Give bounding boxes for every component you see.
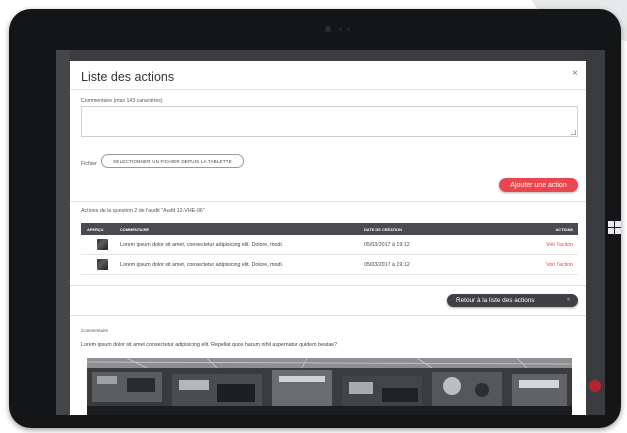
- actions-heading: Actions de la question 2 de l'audit "Aud…: [81, 208, 205, 214]
- column-header-comment: COMMENTAIRE: [120, 227, 150, 232]
- background-app-panel: [585, 50, 605, 415]
- row-comment: Lorem ipsum dolor sit amet, consectetur …: [120, 262, 284, 268]
- back-to-list-button[interactable]: Retour à la liste des actions <: [447, 294, 578, 307]
- tablet-device: Liste des actions × Commentaire (max 143…: [9, 9, 621, 428]
- view-action-link[interactable]: Voir l'action: [546, 242, 573, 248]
- sensor-dot: [339, 28, 342, 31]
- column-header-actions: ACTIONS: [555, 227, 573, 232]
- table-row: Lorem ipsum dolor sit amet, consectetur …: [81, 235, 578, 255]
- table-row: Lorem ipsum dolor sit amet, consectetur …: [81, 255, 578, 275]
- background-app-indicator: [589, 380, 601, 392]
- chevron-left-icon: <: [567, 297, 570, 303]
- file-label: Fichier: [81, 161, 97, 167]
- detail-comment-heading: Commentaire: [81, 328, 109, 333]
- close-icon[interactable]: ×: [572, 68, 578, 79]
- resize-handle-icon[interactable]: [571, 130, 576, 135]
- comment-field-label: Commentaire (max 143 caractères): [81, 98, 163, 104]
- select-file-button[interactable]: SELECTIONNER UN FICHIER DEPUIS LA TABLET…: [101, 154, 244, 168]
- column-header-date: DATE DE CRÉATION: [364, 227, 402, 232]
- view-action-link[interactable]: Voir l'action: [546, 262, 573, 268]
- column-header-preview: APERÇU: [87, 227, 104, 232]
- factory-photo: [87, 358, 572, 415]
- actions-modal: Liste des actions × Commentaire (max 143…: [70, 61, 586, 415]
- photo-stage: Liste des actions × Commentaire (max 143…: [0, 0, 627, 433]
- preview-thumbnail[interactable]: [97, 259, 108, 270]
- windows-logo-icon: [608, 221, 622, 235]
- tablet-screen: Liste des actions × Commentaire (max 143…: [56, 50, 605, 415]
- add-action-button[interactable]: Ajouter une action: [499, 178, 578, 192]
- background-app-sidebar: [56, 50, 70, 415]
- divider: [70, 89, 586, 90]
- preview-thumbnail[interactable]: [97, 239, 108, 250]
- row-date: 05/03/2017 à 19:12: [364, 262, 410, 268]
- modal-title: Liste des actions: [81, 70, 175, 84]
- camera-icon: [325, 26, 331, 32]
- divider: [70, 285, 586, 286]
- row-date: 05/03/2017 à 19:12: [364, 242, 410, 248]
- comment-textarea[interactable]: [81, 106, 578, 137]
- row-comment: Lorem ipsum dolor sit amet, consectetur …: [120, 242, 284, 248]
- detail-comment-text: Lorem ipsum dolor sit amet consectetur a…: [81, 342, 338, 348]
- table-header: APERÇU COMMENTAIRE DATE DE CRÉATION ACTI…: [81, 223, 578, 235]
- factory-photo-illustration: [87, 358, 572, 415]
- sensor-dot: [347, 28, 350, 31]
- divider: [70, 315, 586, 316]
- divider: [70, 201, 586, 202]
- back-to-list-label: Retour à la liste des actions: [456, 297, 535, 304]
